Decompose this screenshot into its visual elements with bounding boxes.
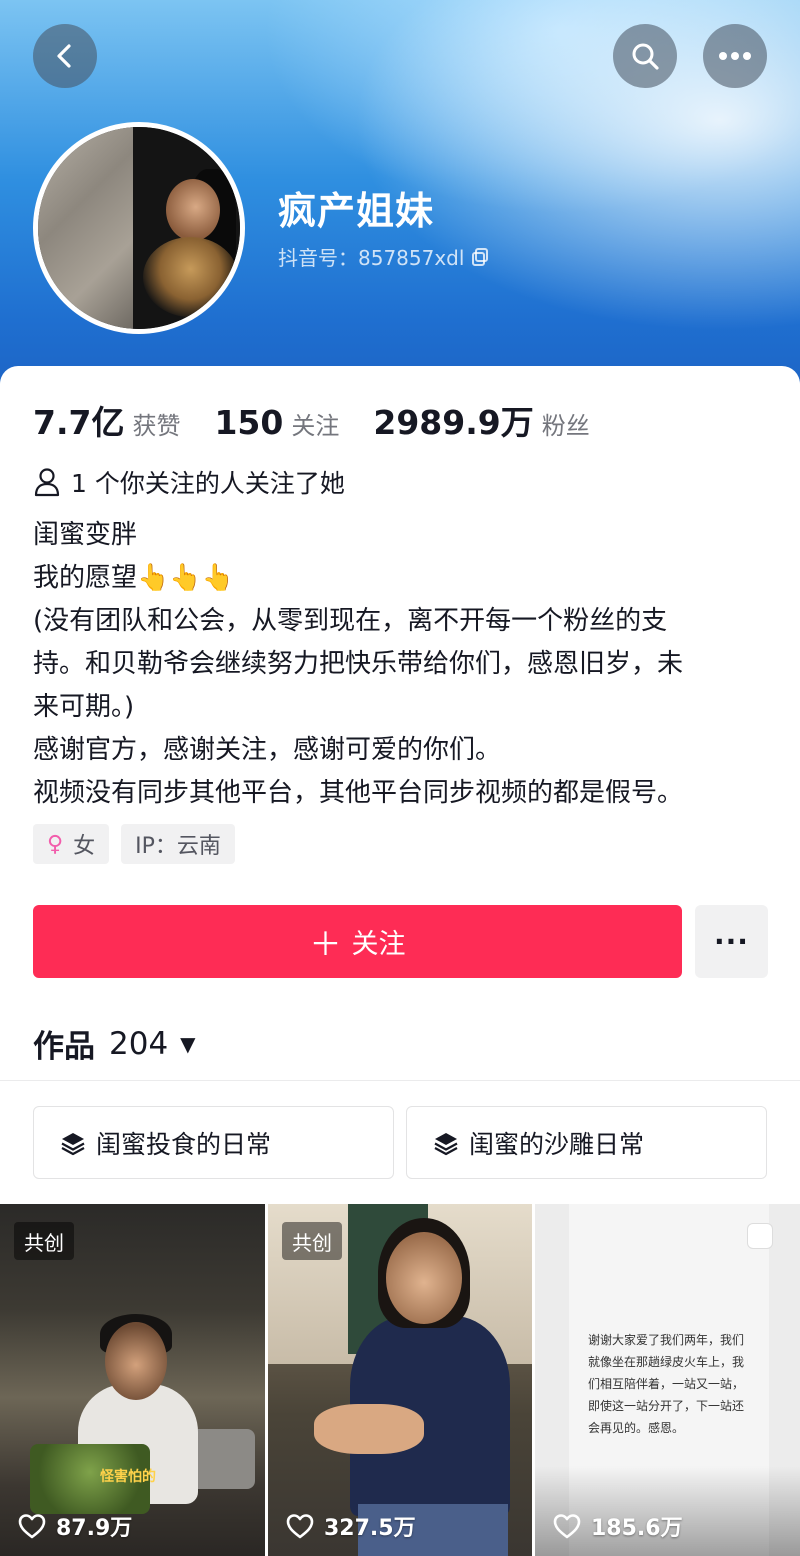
divider <box>0 1080 800 1081</box>
stat-label: 关注 <box>291 412 340 440</box>
more-actions-button[interactable]: ··· <box>695 905 768 978</box>
gender-text: 女 <box>73 834 96 859</box>
likes-count: 327.5万 <box>324 1516 416 1541</box>
video-likes: 87.9万 <box>18 1510 132 1542</box>
profile-stats: 7.7亿 获赞 150 关注 2989.9万 粉丝 <box>33 396 624 444</box>
works-tab[interactable]: 作品 204 ▼ <box>33 1021 196 1066</box>
profile-tags: ♀ 女 IP：云南 <box>33 824 235 864</box>
more-horizontal-icon <box>719 52 751 60</box>
video-thumbnail[interactable]: 怪害怕的 共创 87.9万 <box>0 1204 265 1556</box>
follow-label: 关注 <box>351 929 406 960</box>
video-grid: 怪害怕的 共创 87.9万 共创 327.5万 谢谢大家爱了我们两年，我们就像坐… <box>0 1204 800 1556</box>
ip-tag: IP：云南 <box>121 824 235 864</box>
chevron-left-icon <box>57 44 71 68</box>
co-create-badge: 共创 <box>282 1222 342 1260</box>
playlist-row: 闺蜜投食的日常 闺蜜的沙雕日常 <box>33 1106 767 1179</box>
video-likes: 185.6万 <box>553 1510 683 1542</box>
stat-label: 获赞 <box>132 412 181 440</box>
playlist-title: 闺蜜的沙雕日常 <box>469 1129 645 1159</box>
video-caption: 怪害怕的 <box>100 1469 156 1485</box>
heart-icon <box>18 1514 46 1539</box>
more-horizontal-icon: ··· <box>714 925 749 958</box>
stat-value: 2989.9万 <box>373 403 534 442</box>
plus-icon: ＋ <box>309 924 342 963</box>
works-count: 204 <box>109 1025 169 1062</box>
copy-icon[interactable] <box>470 247 490 267</box>
profile-card: 7.7亿 获赞 150 关注 2989.9万 粉丝 1 个你关注的人关注了她 闺… <box>0 366 800 1556</box>
female-icon: ♀ <box>47 831 64 857</box>
bio-line: 我的愿望👆👆👆 <box>33 563 235 593</box>
profile-username: 疯产姐妹 <box>278 189 435 233</box>
video-thumbnail[interactable]: 谢谢大家爱了我们两年，我们就像坐在那趟绿皮火车上，我们相互陪伴着，一站又一站，即… <box>535 1204 800 1556</box>
bio-line: (没有团队和公会，从零到现在，离不开每一个粉丝的支 <box>33 606 668 636</box>
stat-likes[interactable]: 7.7亿 获赞 <box>33 396 180 444</box>
bio-line: 持。和贝勒爷会继续努力把快乐带给你们，感恩旧岁，未 <box>33 649 684 679</box>
douyin-id[interactable]: 抖音号：857857xdl <box>278 242 490 271</box>
person-icon <box>34 468 60 497</box>
bio-line: 闺蜜变胖 <box>33 520 138 550</box>
mutual-follow[interactable]: 1 个你关注的人关注了她 <box>33 464 345 500</box>
stat-followers[interactable]: 2989.9万 粉丝 <box>373 396 589 444</box>
ip-text: IP：云南 <box>135 834 221 859</box>
video-text: 谢谢大家爱了我们两年，我们就像坐在那趟绿皮火车上，我们相互陪伴着，一站又一站，即… <box>588 1333 745 1435</box>
caret-down-icon: ▼ <box>180 1031 196 1056</box>
heart-icon <box>286 1514 314 1539</box>
layers-icon <box>61 1132 85 1155</box>
avatar[interactable] <box>33 122 245 334</box>
co-create-badge: 共创 <box>14 1222 74 1260</box>
stat-value: 7.7亿 <box>33 403 125 442</box>
video-likes: 327.5万 <box>286 1510 416 1542</box>
likes-count: 87.9万 <box>56 1516 133 1541</box>
likes-count: 185.6万 <box>591 1516 683 1541</box>
bio-line: 感谢官方，感谢关注，感谢可爱的你们。 <box>33 735 502 765</box>
search-button[interactable] <box>613 24 677 88</box>
follow-button[interactable]: ＋ 关注 <box>33 905 682 978</box>
bio-line: 来可期。) <box>33 692 135 722</box>
playlist-item[interactable]: 闺蜜的沙雕日常 <box>406 1106 767 1179</box>
playlist-item[interactable]: 闺蜜投食的日常 <box>33 1106 394 1179</box>
back-button[interactable] <box>33 24 97 88</box>
stat-value: 150 <box>214 403 284 442</box>
video-thumbnail[interactable]: 共创 327.5万 <box>268 1204 532 1556</box>
douyin-id-text: 抖音号：857857xdl <box>278 246 465 270</box>
bio-line: 视频没有同步其他平台，其他平台同步视频的都是假号。 <box>33 778 684 808</box>
playlist-title: 闺蜜投食的日常 <box>96 1129 272 1159</box>
works-label: 作品 <box>33 1029 95 1065</box>
layers-icon <box>434 1132 458 1155</box>
stat-following[interactable]: 150 关注 <box>214 403 339 442</box>
heart-icon <box>553 1514 581 1539</box>
search-icon <box>632 43 659 70</box>
gender-tag: ♀ 女 <box>33 824 110 864</box>
mutual-follow-text: 1 个你关注的人关注了她 <box>71 469 345 498</box>
checkbox-icon <box>748 1224 772 1248</box>
profile-bio: 闺蜜变胖 我的愿望👆👆👆 (没有团队和公会，从零到现在，离不开每一个粉丝的支 持… <box>33 514 773 815</box>
stat-label: 粉丝 <box>541 412 590 440</box>
more-options-button[interactable] <box>703 24 767 88</box>
